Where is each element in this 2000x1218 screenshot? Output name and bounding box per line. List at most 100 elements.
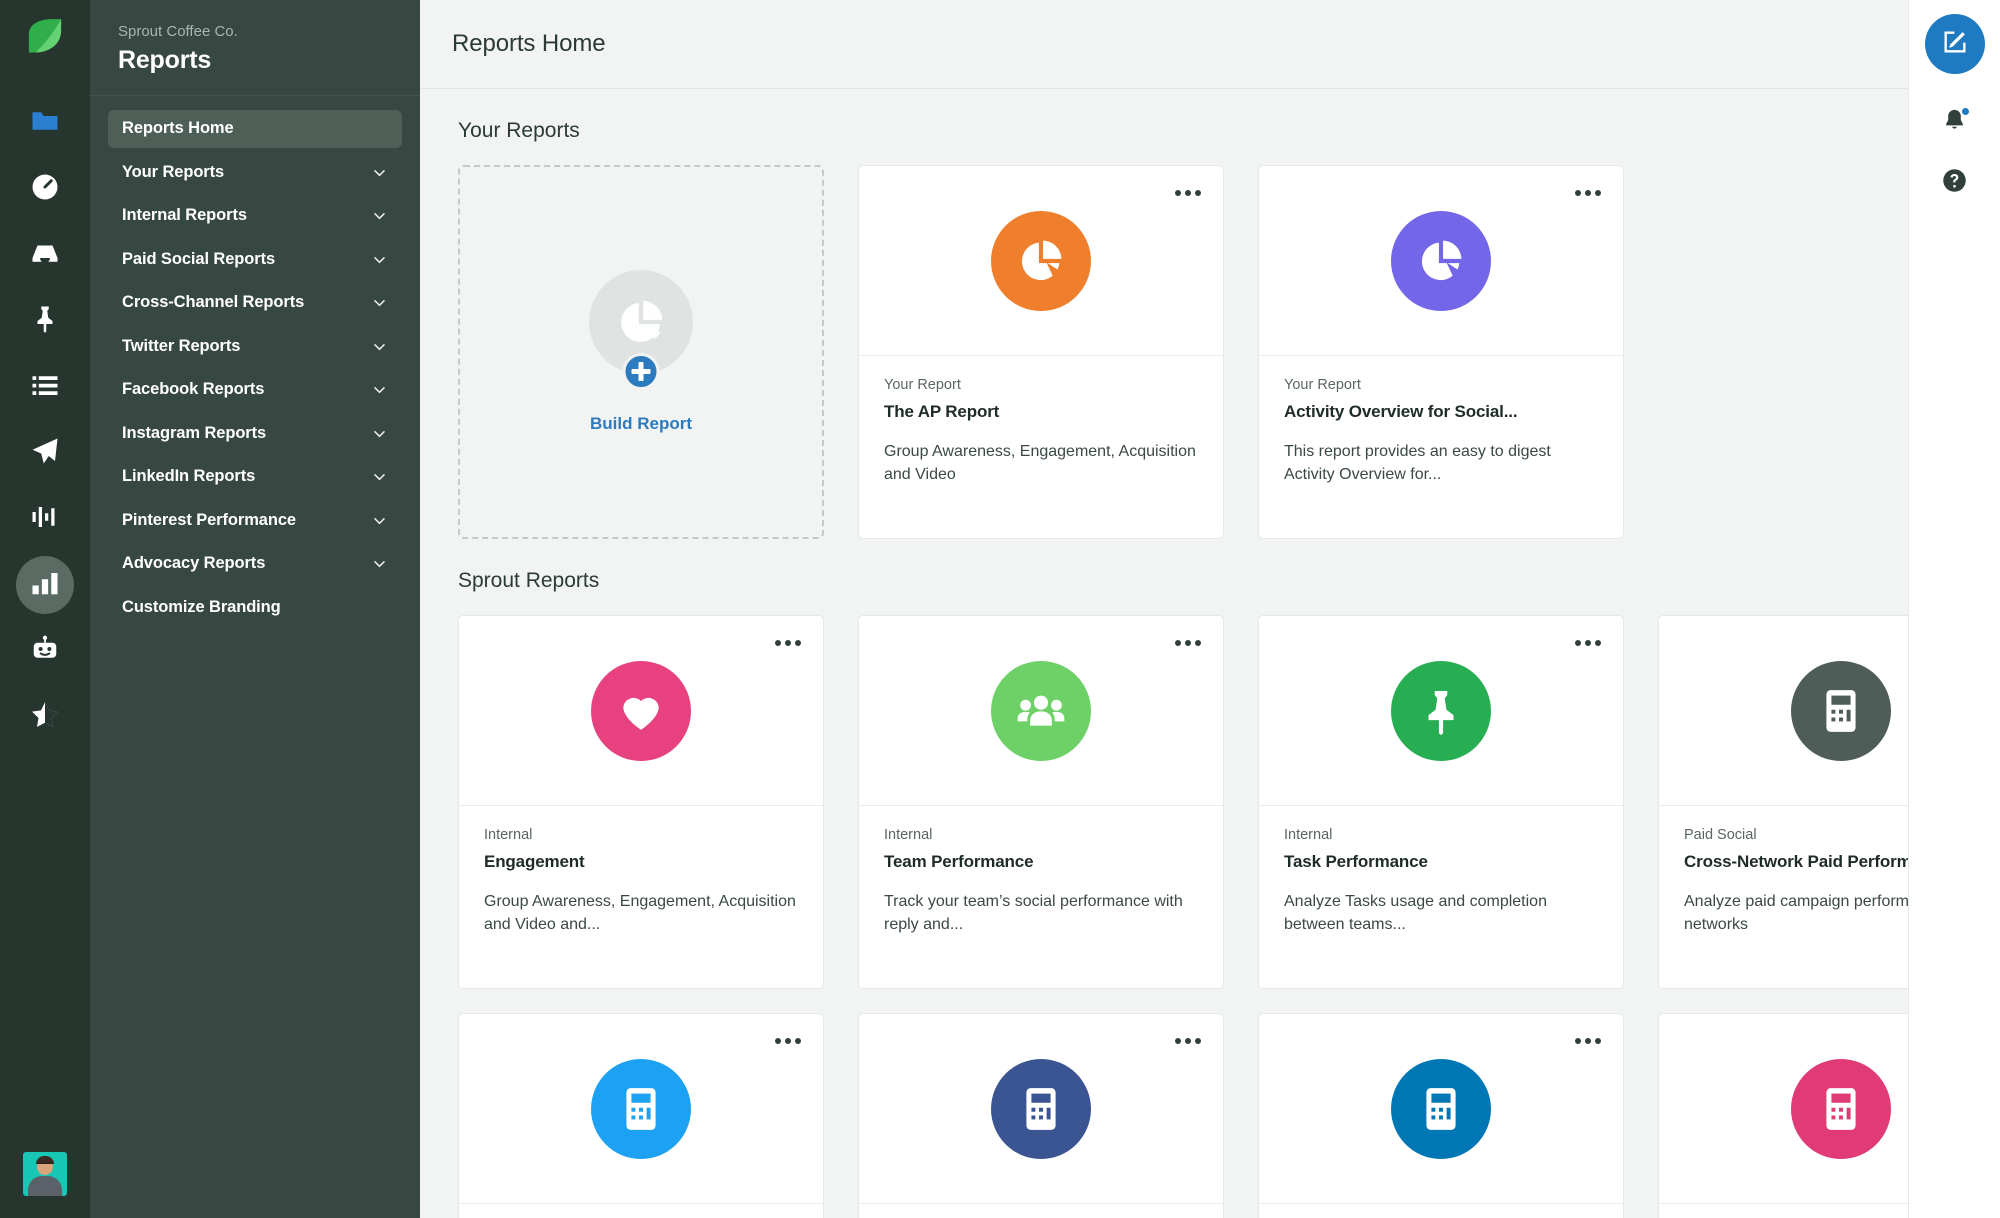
main-content: Reports Home Your Reports Build Report: [420, 0, 1908, 1218]
folder-icon: [30, 106, 60, 141]
pin-icon: [1391, 661, 1491, 761]
report-card-header: [459, 616, 823, 806]
report-card-header: [1259, 1014, 1623, 1204]
sidebar-item-facebook-reports[interactable]: Facebook Reports: [108, 371, 402, 409]
sprout-reports-section-title: Sprout Reports: [420, 539, 1908, 615]
report-card-header: [859, 616, 1223, 806]
reports-content-scroll[interactable]: Your Reports Build Report: [420, 89, 1908, 1218]
sidebar-item-tasks[interactable]: [16, 358, 74, 416]
paper-plane-icon: [30, 436, 60, 471]
sidebar-item-customize-branding[interactable]: Customize Branding: [108, 588, 402, 626]
notification-badge: [1960, 106, 1971, 117]
sprout-reports-grid: Internal Engagement Group Awareness, Eng…: [420, 615, 1908, 1218]
your-reports-section-title: Your Reports: [420, 89, 1908, 165]
report-card[interactable]: [458, 1013, 824, 1218]
sidebar-item-twitter-reports[interactable]: Twitter Reports: [108, 327, 402, 365]
report-card[interactable]: Paid Social Cross-Network Paid Perform..…: [1658, 615, 1908, 989]
report-card-body: [459, 1204, 823, 1218]
report-card-header: [1659, 616, 1908, 806]
sidebar-item-listening[interactable]: [16, 490, 74, 548]
sidebar-item-cross-channel-reports[interactable]: Cross-Channel Reports: [108, 284, 402, 322]
overflow-menu-icon[interactable]: [1575, 190, 1601, 196]
report-card[interactable]: Your Report Activity Overview for Social…: [1258, 165, 1624, 539]
chevron-down-icon: [371, 468, 388, 485]
report-card[interactable]: [1258, 1013, 1624, 1218]
chevron-down-icon: [371, 207, 388, 224]
calculator-icon: [1391, 1059, 1491, 1159]
sidebar-item-instagram-reports[interactable]: Instagram Reports: [108, 414, 402, 452]
sidebar-item-advocacy-reports[interactable]: Advocacy Reports: [108, 545, 402, 583]
report-card-header: [859, 166, 1223, 356]
report-card[interactable]: Internal Team Performance Track your tea…: [858, 615, 1224, 989]
sidebar-item-reports-home[interactable]: Reports Home: [108, 110, 402, 148]
report-card-body: Internal Engagement Group Awareness, Eng…: [459, 806, 823, 936]
reports-nav-panel: Sprout Coffee Co. Reports Reports Home Y…: [90, 0, 420, 1218]
report-card-description: Group Awareness, Engagement, Acquisition…: [884, 440, 1198, 486]
report-card-header: [1259, 616, 1623, 806]
sidebar-item-compose[interactable]: [16, 424, 74, 482]
report-card-kicker: Your Report: [884, 377, 1198, 393]
page-title: Reports: [118, 46, 392, 75]
report-card-description: Track your team’s social performance wit…: [884, 890, 1198, 936]
report-card-body: Paid Social Cross-Network Paid Perform..…: [1659, 806, 1908, 936]
sidebar-item-inbox[interactable]: [16, 226, 74, 284]
report-card-description: Group Awareness, Engagement, Acquisition…: [484, 890, 798, 936]
chevron-down-icon: [371, 425, 388, 442]
report-card-kicker: Internal: [484, 827, 798, 843]
sidebar-item-publishing[interactable]: [16, 94, 74, 152]
sidebar-item-your-reports[interactable]: Your Reports: [108, 153, 402, 191]
report-card[interactable]: Your Report The AP Report Group Awarenes…: [858, 165, 1224, 539]
plus-icon[interactable]: [623, 353, 660, 390]
overflow-menu-icon[interactable]: [775, 640, 801, 646]
build-report-card[interactable]: Build Report: [458, 165, 824, 539]
sidebar-item-internal-reports[interactable]: Internal Reports: [108, 197, 402, 235]
report-card-body: Internal Task Performance Analyze Tasks …: [1259, 806, 1623, 936]
avatar[interactable]: [23, 1152, 67, 1196]
report-card-title: Cross-Network Paid Perform...: [1684, 852, 1908, 872]
sidebar-item-label: Advocacy Reports: [122, 554, 265, 573]
report-card-header: [459, 1014, 823, 1204]
overflow-menu-icon[interactable]: [1575, 640, 1601, 646]
sidebar-item-pinterest-performance[interactable]: Pinterest Performance: [108, 501, 402, 539]
report-card[interactable]: Internal Task Performance Analyze Tasks …: [1258, 615, 1624, 989]
sidebar-item-reviews[interactable]: [16, 688, 74, 746]
grid-spacer: [1658, 165, 1908, 539]
sidebar-item-dashboard[interactable]: [16, 160, 74, 218]
overflow-menu-icon[interactable]: [1175, 1038, 1201, 1044]
sidebar-item-label: Your Reports: [122, 163, 224, 182]
report-card[interactable]: Internal Engagement Group Awareness, Eng…: [458, 615, 824, 989]
gauge-icon: [30, 172, 60, 207]
report-card-title: Task Performance: [1284, 852, 1598, 872]
sidebar-item-label: Twitter Reports: [122, 337, 240, 356]
waveform-icon: [30, 502, 60, 537]
report-card-description: Analyze paid campaign performance across…: [1684, 890, 1908, 936]
right-action-rail: [1908, 0, 2000, 1218]
question-circle-icon: [1941, 167, 1968, 199]
sidebar-item-bot[interactable]: [16, 622, 74, 680]
sprout-leaf-logo[interactable]: [22, 20, 68, 66]
org-name: Sprout Coffee Co.: [118, 22, 392, 42]
calculator-icon: [991, 1059, 1091, 1159]
help-button[interactable]: [1928, 156, 1982, 210]
chevron-down-icon: [371, 251, 388, 268]
calculator-icon: [1791, 1059, 1891, 1159]
app-root: Sprout Coffee Co. Reports Reports Home Y…: [0, 0, 2000, 1218]
sidebar-item-paid-social-reports[interactable]: Paid Social Reports: [108, 240, 402, 278]
sidebar-item-reports[interactable]: [16, 556, 74, 614]
compose-button[interactable]: [1925, 14, 1985, 74]
overflow-menu-icon[interactable]: [775, 1038, 801, 1044]
overflow-menu-icon[interactable]: [1175, 640, 1201, 646]
sidebar-item-publishing-pin[interactable]: [16, 292, 74, 350]
notifications-button[interactable]: [1928, 96, 1982, 150]
report-card[interactable]: [858, 1013, 1224, 1218]
overflow-menu-icon[interactable]: [1575, 1038, 1601, 1044]
pie-chart-icon: [991, 211, 1091, 311]
chevron-down-icon: [371, 338, 388, 355]
calculator-icon: [1791, 661, 1891, 761]
sidebar-item-linkedin-reports[interactable]: LinkedIn Reports: [108, 458, 402, 496]
page-heading: Reports Home: [452, 30, 606, 58]
report-card-kicker: Internal: [884, 827, 1198, 843]
report-card-description: Analyze Tasks usage and completion betwe…: [1284, 890, 1598, 936]
report-card[interactable]: [1658, 1013, 1908, 1218]
overflow-menu-icon[interactable]: [1175, 190, 1201, 196]
